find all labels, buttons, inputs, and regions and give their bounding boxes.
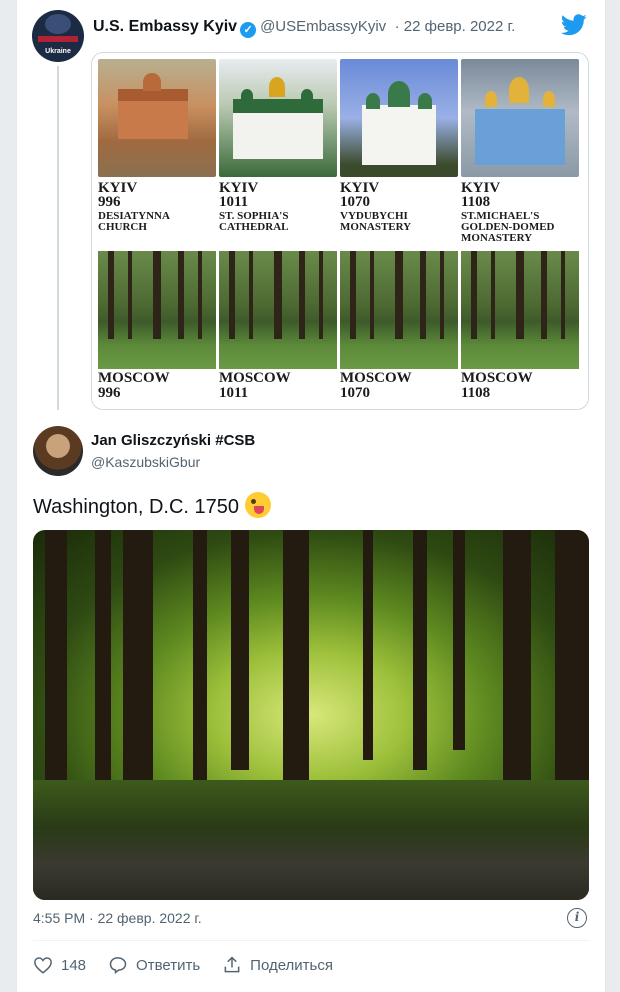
reply-avatar[interactable] bbox=[33, 426, 83, 476]
zany-face-emoji-icon bbox=[245, 492, 272, 518]
reply-text: Washington, D.C. 1750 bbox=[33, 496, 240, 518]
info-icon[interactable]: i bbox=[567, 908, 587, 928]
like-button[interactable]: 148 bbox=[33, 956, 86, 974]
kyiv-column: KYIV 1070 VYDUBYCHI MONASTERY bbox=[340, 59, 458, 233]
moscow-label: MOSCOW 1070 bbox=[340, 371, 458, 401]
thread-line bbox=[57, 66, 59, 410]
kyiv-column: KYIV 1108 ST.MICHAEL'S GOLDEN-DOMED MONA… bbox=[461, 59, 579, 244]
kyiv-desc-4: ST.MICHAEL'S GOLDEN-DOMED MONASTERY bbox=[461, 210, 555, 244]
golden-domed-photo bbox=[461, 59, 579, 177]
twitter-bird-icon bbox=[561, 14, 587, 36]
tweet-card: Ukraine U.S. Embassy Kyiv ✓ @USEmbassyKyiv… bbox=[16, 0, 606, 992]
action-bar: 148 Ответить Поделиться bbox=[33, 952, 355, 978]
share-button[interactable]: Поделиться bbox=[222, 955, 333, 975]
original-author-name[interactable]: U.S. Embassy Kyiv bbox=[93, 18, 237, 35]
kyiv-city-4: KYIV bbox=[461, 180, 501, 196]
moscow-label: MOSCOW 1011 bbox=[219, 371, 337, 401]
share-label: Поделиться bbox=[250, 956, 333, 974]
kyiv-year-4: 1108 bbox=[461, 194, 491, 210]
moscow-forest-photo bbox=[98, 251, 216, 369]
moscow-label: MOSCOW 1108 bbox=[461, 371, 579, 401]
reply-bubble-icon bbox=[109, 957, 127, 974]
divider bbox=[33, 940, 589, 941]
reply-handle[interactable]: @KaszubskiGbur bbox=[91, 454, 200, 470]
reply-label: Ответить bbox=[136, 956, 201, 974]
cathedral-photo bbox=[219, 59, 337, 177]
kyiv-city-1: KYIV bbox=[98, 180, 138, 196]
like-count: 148 bbox=[61, 956, 87, 974]
reply-forest-photo[interactable] bbox=[33, 530, 589, 900]
moscow-year-4: 1108 bbox=[461, 385, 491, 401]
kyiv-column: KYIV 996 DESIATYNNA CHURCH bbox=[98, 59, 216, 233]
forest-floor bbox=[33, 780, 589, 900]
share-icon bbox=[224, 956, 240, 973]
moscow-year-1: 996 bbox=[98, 385, 121, 401]
moscow-year-3: 1070 bbox=[340, 385, 370, 401]
moscow-city-3: MOSCOW bbox=[340, 370, 412, 386]
original-media[interactable]: KYIV 996 DESIATYNNA CHURCH KYIV 1011 ST.… bbox=[91, 52, 589, 410]
avatar-banner bbox=[38, 36, 78, 42]
moscow-year-2: 1011 bbox=[219, 385, 249, 401]
kyiv-city-2: KYIV bbox=[219, 180, 259, 196]
moscow-city-2: MOSCOW bbox=[219, 370, 291, 386]
original-handle[interactable]: @USEmbassyKyiv bbox=[260, 18, 386, 35]
kyiv-desc-3: VYDUBYCHI MONASTERY bbox=[340, 210, 412, 233]
embassy-seal-icon bbox=[45, 14, 71, 34]
moscow-city-1: MOSCOW bbox=[98, 370, 170, 386]
moscow-city-4: MOSCOW bbox=[461, 370, 533, 386]
verified-badge-icon: ✓ bbox=[240, 22, 257, 38]
kyiv-year-2: 1011 bbox=[219, 194, 249, 210]
reply-author-name[interactable]: Jan Gliszczyński #CSB bbox=[91, 432, 255, 449]
original-date[interactable]: · 22 февр. 2022 г. bbox=[395, 18, 516, 35]
kyiv-desc-2: ST. SOPHIA'S CATHEDRAL bbox=[219, 210, 289, 233]
moscow-forest-photo bbox=[461, 251, 579, 369]
monastery-photo bbox=[340, 59, 458, 177]
kyiv-year-1: 996 bbox=[98, 194, 121, 210]
moscow-forest-photo bbox=[340, 251, 458, 369]
original-author-row: U.S. Embassy Kyiv ✓ @USEmbassyKyiv · 22 фе… bbox=[93, 18, 515, 38]
reply-button[interactable]: Ответить bbox=[108, 955, 200, 975]
heart-icon bbox=[34, 957, 52, 974]
moscow-forest-photo bbox=[219, 251, 337, 369]
embassy-avatar[interactable]: Ukraine bbox=[32, 10, 84, 62]
kyiv-year-3: 1070 bbox=[340, 194, 370, 210]
moscow-label: MOSCOW 996 bbox=[98, 371, 216, 401]
church-photo bbox=[98, 59, 216, 177]
kyiv-desc-1: DESIATYNNA CHURCH bbox=[98, 210, 170, 233]
reply-text-row: Washington, D.C. 1750 bbox=[33, 492, 272, 519]
avatar-label: Ukraine bbox=[45, 48, 71, 55]
kyiv-column: KYIV 1011 ST. SOPHIA'S CATHEDRAL bbox=[219, 59, 337, 233]
reply-timestamp[interactable]: 4:55 PM · 22 февр. 2022 г. bbox=[33, 910, 202, 926]
kyiv-city-3: KYIV bbox=[340, 180, 380, 196]
